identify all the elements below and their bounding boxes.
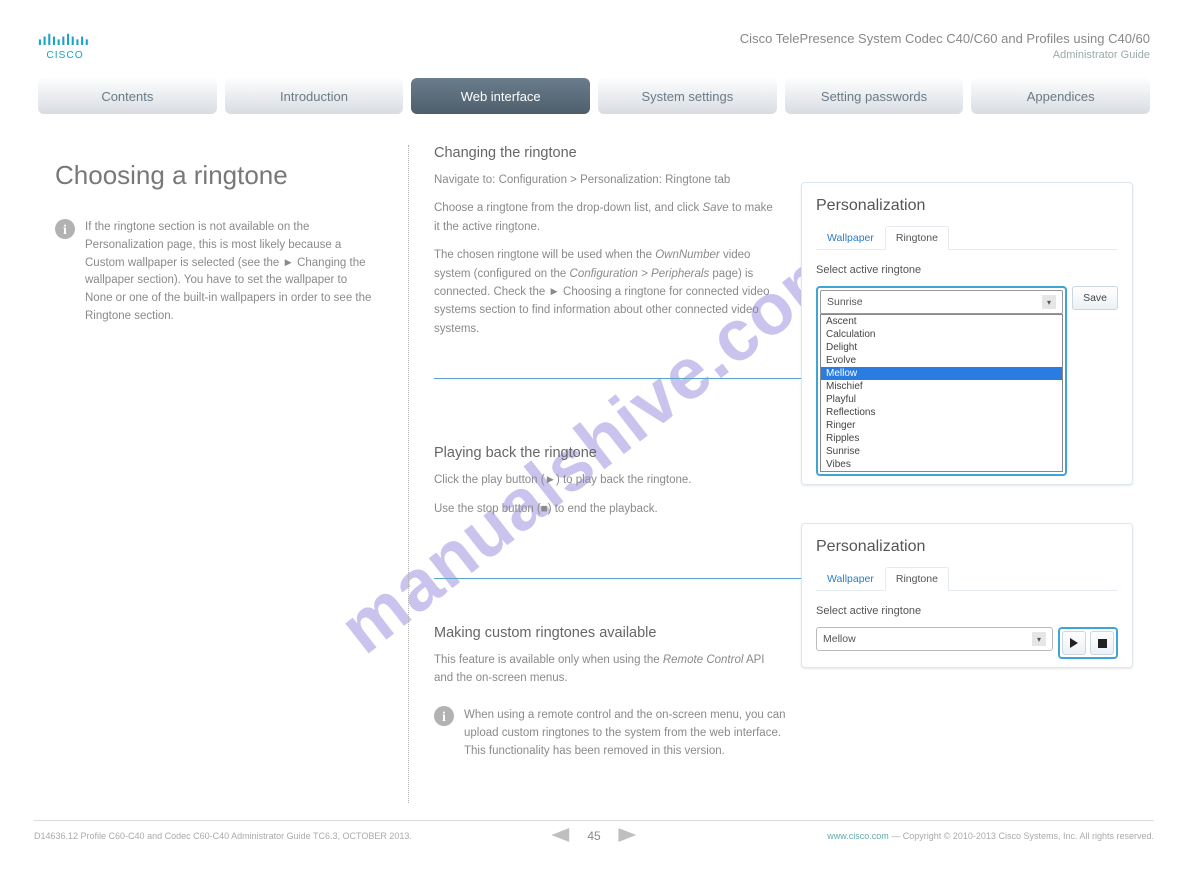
stop-icon — [1098, 639, 1107, 648]
nav-web-interface[interactable]: Web interface — [411, 78, 590, 114]
play-button[interactable] — [1062, 631, 1086, 655]
ringtone-select-1[interactable]: Sunrise ▾ — [820, 290, 1063, 314]
footer-copyright: — Copyright © 2010-2013 Cisco Systems, I… — [889, 831, 1154, 841]
footer-left: D14636.12 Profile C60-C40 and Codec C60-… — [34, 831, 412, 841]
s3-p1-em: Remote Control — [663, 654, 744, 666]
panel-2-label: Select active ringtone — [816, 605, 1118, 617]
sidebar-title: Choosing a ringtone — [55, 160, 375, 191]
opt-ascent[interactable]: Ascent — [821, 315, 1062, 328]
tab-ringtone-2[interactable]: Ringtone — [885, 567, 949, 591]
playback-controls — [1058, 627, 1118, 659]
chevron-down-icon: ▾ — [1042, 295, 1056, 309]
chevron-down-icon: ▾ — [1032, 632, 1046, 646]
svg-text:i: i — [442, 710, 446, 725]
opt-evolve[interactable]: Evolve — [821, 354, 1062, 367]
content-area: Changing the ringtone Navigate to: Confi… — [408, 145, 1133, 797]
ringtone-select-1-value: Sunrise — [827, 296, 863, 308]
s3-p1a: This feature is available only when usin… — [434, 654, 663, 666]
panel-2-row: Mellow ▾ — [816, 627, 1118, 659]
prev-page-button[interactable] — [551, 828, 569, 844]
next-page-button[interactable] — [619, 828, 637, 844]
section-3-note: i When using a remote control and the on… — [434, 706, 1133, 761]
info-icon: i — [434, 706, 454, 761]
section-1-p2: Choose a ringtone from the drop-down lis… — [434, 199, 774, 236]
panel-1-tabs: Wallpaper Ringtone — [816, 225, 1118, 250]
header: CISCO Cisco TelePresence System Codec C4… — [38, 30, 1150, 64]
nav-system-settings[interactable]: System settings — [598, 78, 777, 114]
opt-calculation[interactable]: Calculation — [821, 328, 1062, 341]
panel-2-title: Personalization — [816, 538, 1118, 556]
opt-vibes[interactable]: Vibes — [821, 458, 1062, 471]
doc-title: Cisco TelePresence System Codec C40/C60 … — [740, 30, 1150, 48]
opt-playful[interactable]: Playful — [821, 393, 1062, 406]
triangle-right-icon — [619, 828, 637, 842]
svg-text:CISCO: CISCO — [46, 50, 83, 60]
svg-text:i: i — [63, 223, 67, 238]
footer-url[interactable]: www.cisco.com — [827, 831, 889, 841]
sidebar-note: i If the ringtone section is not availab… — [55, 219, 375, 326]
nav-appendices[interactable]: Appendices — [971, 78, 1150, 114]
opt-sunrise[interactable]: Sunrise — [821, 445, 1062, 458]
panel-2-tabs: Wallpaper Ringtone — [816, 566, 1118, 591]
s1-save-word: Save — [702, 202, 728, 214]
s1-p2a: Choose a ringtone from the drop-down lis… — [434, 202, 702, 214]
opt-ringer[interactable]: Ringer — [821, 419, 1062, 432]
info-icon: i — [55, 219, 75, 244]
opt-reflections[interactable]: Reflections — [821, 406, 1062, 419]
nav-contents[interactable]: Contents — [38, 78, 217, 114]
s1-p3-em2: Configuration > Peripherals — [570, 268, 710, 280]
section-1-body: Navigate to: Configuration > Personaliza… — [434, 171, 774, 338]
opt-mellow[interactable]: Mellow — [821, 367, 1062, 380]
section-1-nav-path: Navigate to: Configuration > Personaliza… — [434, 171, 774, 189]
opt-delight[interactable]: Delight — [821, 341, 1062, 354]
section-1-heading: Changing the ringtone — [434, 145, 1133, 161]
ringtone-select-2[interactable]: Mellow ▾ — [816, 627, 1053, 651]
s1-p3-em1: OwnNumber — [655, 249, 720, 261]
section-2-body: Click the play button (►) to play back t… — [434, 471, 774, 518]
stop-button[interactable] — [1090, 631, 1114, 655]
doc-subtitle: Administrator Guide — [740, 48, 1150, 63]
save-button-1[interactable]: Save — [1072, 286, 1118, 310]
ringtone-select-2-value: Mellow — [823, 633, 856, 645]
section-2-p1: Click the play button (►) to play back t… — [434, 471, 774, 489]
nav-tabs: Contents Introduction Web interface Syst… — [38, 78, 1150, 114]
page-number: 45 — [587, 829, 600, 843]
nav-setting-passwords[interactable]: Setting passwords — [785, 78, 964, 114]
section-1-p3: The chosen ringtone will be used when th… — [434, 246, 774, 338]
section-3-note-text: When using a remote control and the on-s… — [464, 706, 804, 761]
section-3-p1: This feature is available only when usin… — [434, 651, 774, 688]
personalization-panel-2: Personalization Wallpaper Ringtone Selec… — [801, 523, 1133, 668]
s1-p3a1: The chosen ringtone will be used when th… — [434, 249, 655, 261]
sidebar: Choosing a ringtone i If the ringtone se… — [55, 160, 375, 326]
personalization-panel-1: Personalization Wallpaper Ringtone Selec… — [801, 182, 1133, 485]
tab-ringtone[interactable]: Ringtone — [885, 226, 949, 250]
footer-center: 45 — [551, 828, 636, 844]
footer-right: www.cisco.com — Copyright © 2010-2013 Ci… — [827, 831, 1154, 841]
footer: D14636.12 Profile C60-C40 and Codec C60-… — [34, 820, 1154, 841]
section-2-p2: Use the stop button (■) to end the playb… — [434, 500, 774, 518]
opt-ripples[interactable]: Ripples — [821, 432, 1062, 445]
play-icon — [1069, 638, 1079, 648]
panel-1-select-row: Sunrise ▾ Ascent Calculation Delight Evo… — [816, 286, 1118, 476]
opt-mischief[interactable]: Mischief — [821, 380, 1062, 393]
tab-wallpaper[interactable]: Wallpaper — [816, 226, 885, 250]
ringtone-options[interactable]: Ascent Calculation Delight Evolve Mellow… — [820, 314, 1063, 472]
section-3-body: This feature is available only when usin… — [434, 651, 774, 688]
header-right: Cisco TelePresence System Codec C40/C60 … — [740, 30, 1150, 64]
tab-wallpaper-2[interactable]: Wallpaper — [816, 567, 885, 591]
nav-introduction[interactable]: Introduction — [225, 78, 404, 114]
panel-1-title: Personalization — [816, 197, 1118, 215]
panel-1-label: Select active ringtone — [816, 264, 1118, 276]
cisco-logo: CISCO — [38, 30, 96, 60]
sidebar-note-text: If the ringtone section is not available… — [85, 219, 375, 326]
triangle-left-icon — [551, 828, 569, 842]
